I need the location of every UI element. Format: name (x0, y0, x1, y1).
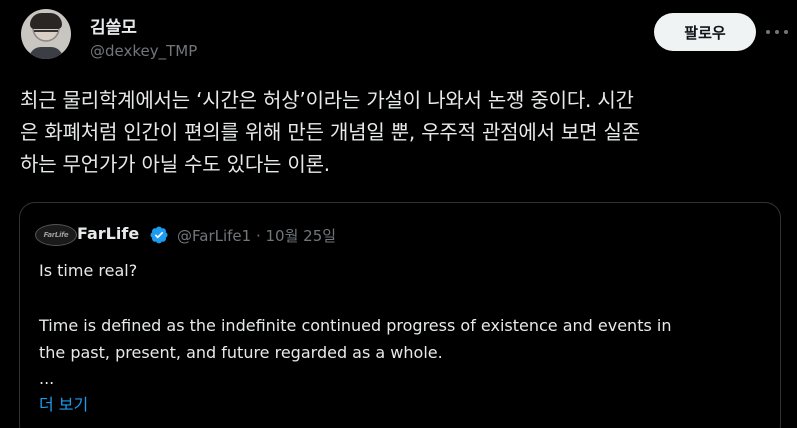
more-options-icon[interactable] (766, 22, 788, 42)
more-dot (766, 30, 770, 34)
quoted-text-ellipsis: ... (39, 369, 55, 388)
quoted-author-name[interactable]: FarLife (77, 224, 139, 243)
quoted-author-logo[interactable]: FarLife (35, 224, 77, 246)
avatar-glasses (34, 30, 58, 38)
more-dot (775, 30, 779, 34)
quoted-text-line: Time is defined as the indefinite contin… (39, 316, 672, 335)
quoted-tweet[interactable]: FarLife FarLife @FarLife1 · 10월 25일 Is t… (19, 202, 781, 428)
author-display-name[interactable]: 김쓸모 (90, 13, 137, 38)
verified-badge-icon (150, 226, 168, 244)
avatar[interactable] (21, 9, 71, 59)
avatar-shirt (29, 47, 63, 59)
author-handle[interactable]: @dexkey_TMP (90, 42, 197, 60)
show-more-link[interactable]: 더 보기 (39, 391, 88, 415)
more-dot (784, 30, 788, 34)
quoted-text-line: the past, present, and future regarded a… (39, 343, 443, 362)
follow-button[interactable]: 팔로우 (654, 13, 756, 51)
tweet-text-line: 하는 무언가가 아닐 수도 있다는 이론. (20, 152, 330, 176)
quoted-text-line: Is time real? (39, 261, 138, 280)
tweet-card: 김쓸모 @dexkey_TMP 팔로우 최근 물리학계에서는 ‘시간은 허상’이… (0, 0, 797, 428)
avatar-hair (30, 13, 62, 29)
tweet-text-line: 은 화폐처럼 인간이 편의를 위해 만든 개념일 뿐, 우주적 관점에서 보면 … (20, 120, 640, 144)
tweet-text-line: 최근 물리학계에서는 ‘시간은 허상’이라는 가설이 나와서 논쟁 중이다. 시… (20, 88, 634, 112)
tweet-text: 최근 물리학계에서는 ‘시간은 허상’이라는 가설이 나와서 논쟁 중이다. 시… (20, 84, 785, 180)
quoted-handle-date[interactable]: @FarLife1 · 10월 25일 (177, 225, 336, 246)
